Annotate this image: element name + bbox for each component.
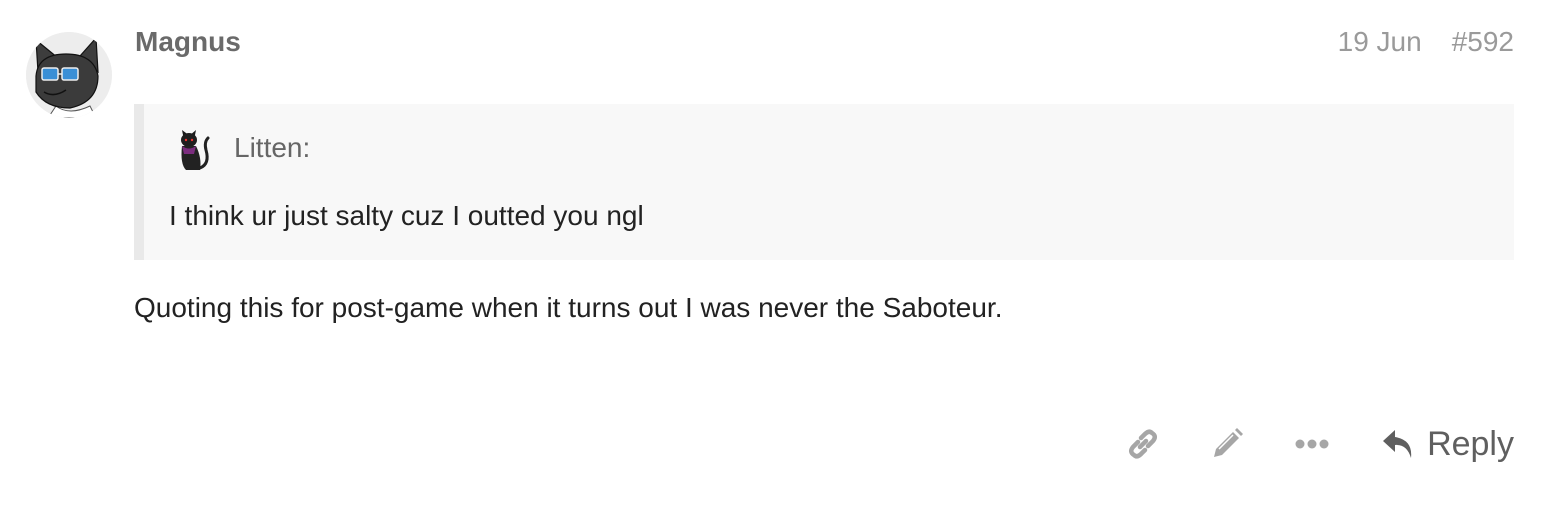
quote-text: I think ur just salty cuz I outted you n… <box>169 200 644 231</box>
post-meta: 19 Jun #592 <box>1338 26 1514 58</box>
post-actions: Reply <box>1125 420 1514 468</box>
link-icon <box>1129 429 1158 459</box>
post-author-name[interactable]: Magnus <box>135 26 241 58</box>
post-date[interactable]: 19 Jun <box>1338 26 1422 58</box>
reply-arrow-icon <box>1383 430 1412 458</box>
more-actions-button[interactable] <box>1295 437 1329 451</box>
reply-button[interactable]: Reply <box>1381 425 1514 464</box>
post-number[interactable]: #592 <box>1452 26 1514 58</box>
quote-author[interactable]: Litten: <box>234 132 310 164</box>
wolf-avatar-icon <box>26 32 112 118</box>
ellipsis-icon <box>1295 439 1329 449</box>
user-avatar[interactable] <box>26 32 112 118</box>
pencil-icon <box>1214 428 1244 457</box>
quote-block: Litten: I think ur just salty cuz I outt… <box>134 104 1514 260</box>
edit-post-button[interactable] <box>1209 426 1245 462</box>
quote-header: Litten: <box>170 124 310 172</box>
post-body: Quoting this for post-game when it turns… <box>134 292 1003 323</box>
cat-avatar-icon <box>181 130 210 170</box>
share-link-button[interactable] <box>1125 426 1161 462</box>
forum-post: Magnus 19 Jun #592 Litten: I think ur ju… <box>0 0 1548 513</box>
reply-label: Reply <box>1427 424 1514 463</box>
